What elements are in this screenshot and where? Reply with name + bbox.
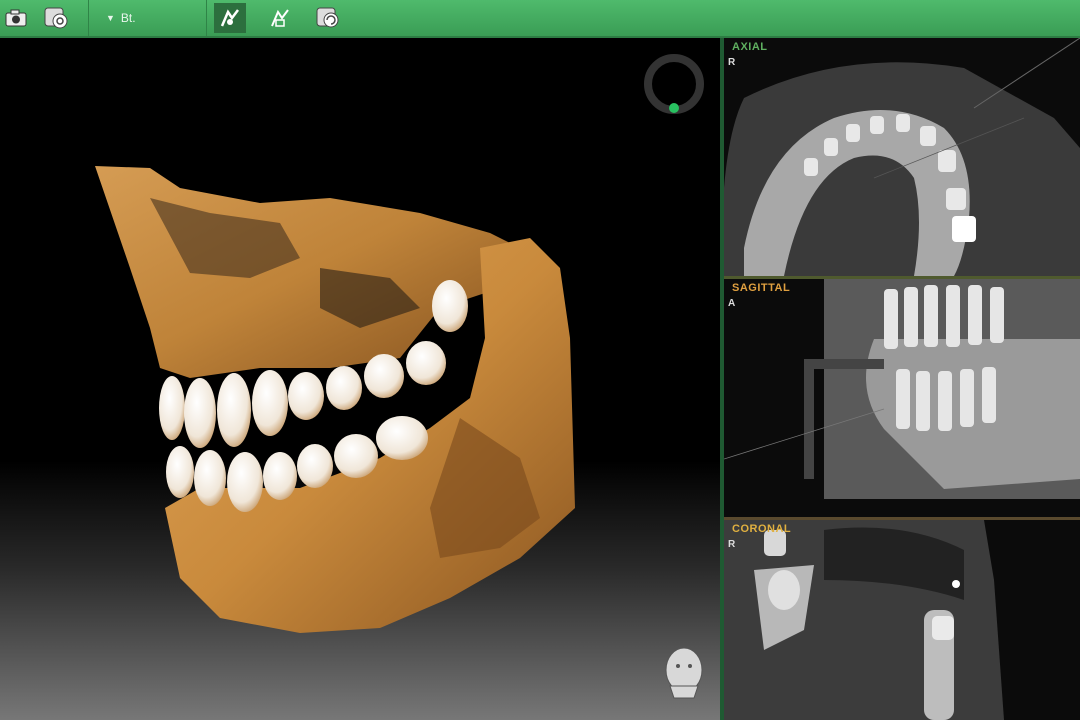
view-dropdown[interactable]: ▼ Bt. — [106, 8, 136, 28]
toolbar-separator — [206, 0, 207, 36]
scan-button[interactable] — [40, 3, 72, 33]
axial-slice-image — [724, 38, 1080, 276]
jaw-view-alt-button[interactable] — [264, 3, 296, 33]
rotation-compass[interactable] — [644, 54, 704, 114]
sagittal-pane-label: SAGITTAL — [732, 282, 791, 294]
3d-volume-view[interactable] — [0, 38, 720, 720]
rotate-button[interactable] — [312, 3, 344, 33]
jaw-view-alt-icon — [271, 9, 289, 27]
sagittal-pane[interactable]: SAGITTAL A — [724, 279, 1080, 520]
head-orientation-icon[interactable] — [665, 647, 703, 699]
axial-orientation-marker: R — [728, 57, 736, 68]
axial-pane[interactable]: AXIAL R — [724, 38, 1080, 279]
sagittal-slice-image — [724, 279, 1080, 499]
toolbar-separator — [88, 0, 89, 36]
coronal-pane-label: CORONAL — [732, 523, 792, 535]
toolbar: ▼ Bt. — [0, 0, 1080, 38]
camera-icon — [5, 9, 27, 27]
3d-skull-render — [95, 54, 704, 699]
scan-icon — [44, 7, 68, 29]
rotate-icon — [316, 7, 339, 28]
jaw-view-icon — [220, 9, 239, 27]
coronal-slice-image — [724, 520, 1004, 720]
sagittal-orientation-marker: A — [728, 298, 736, 309]
coronal-pane[interactable]: CORONAL R — [724, 520, 1080, 720]
camera-button[interactable] — [0, 3, 32, 33]
coronal-orientation-marker: R — [728, 539, 736, 550]
view-dropdown-label: Bt. — [120, 11, 136, 25]
axial-pane-label: AXIAL — [732, 41, 768, 53]
jaw-view-button[interactable] — [214, 3, 246, 33]
caret-down-icon: ▼ — [106, 13, 115, 23]
